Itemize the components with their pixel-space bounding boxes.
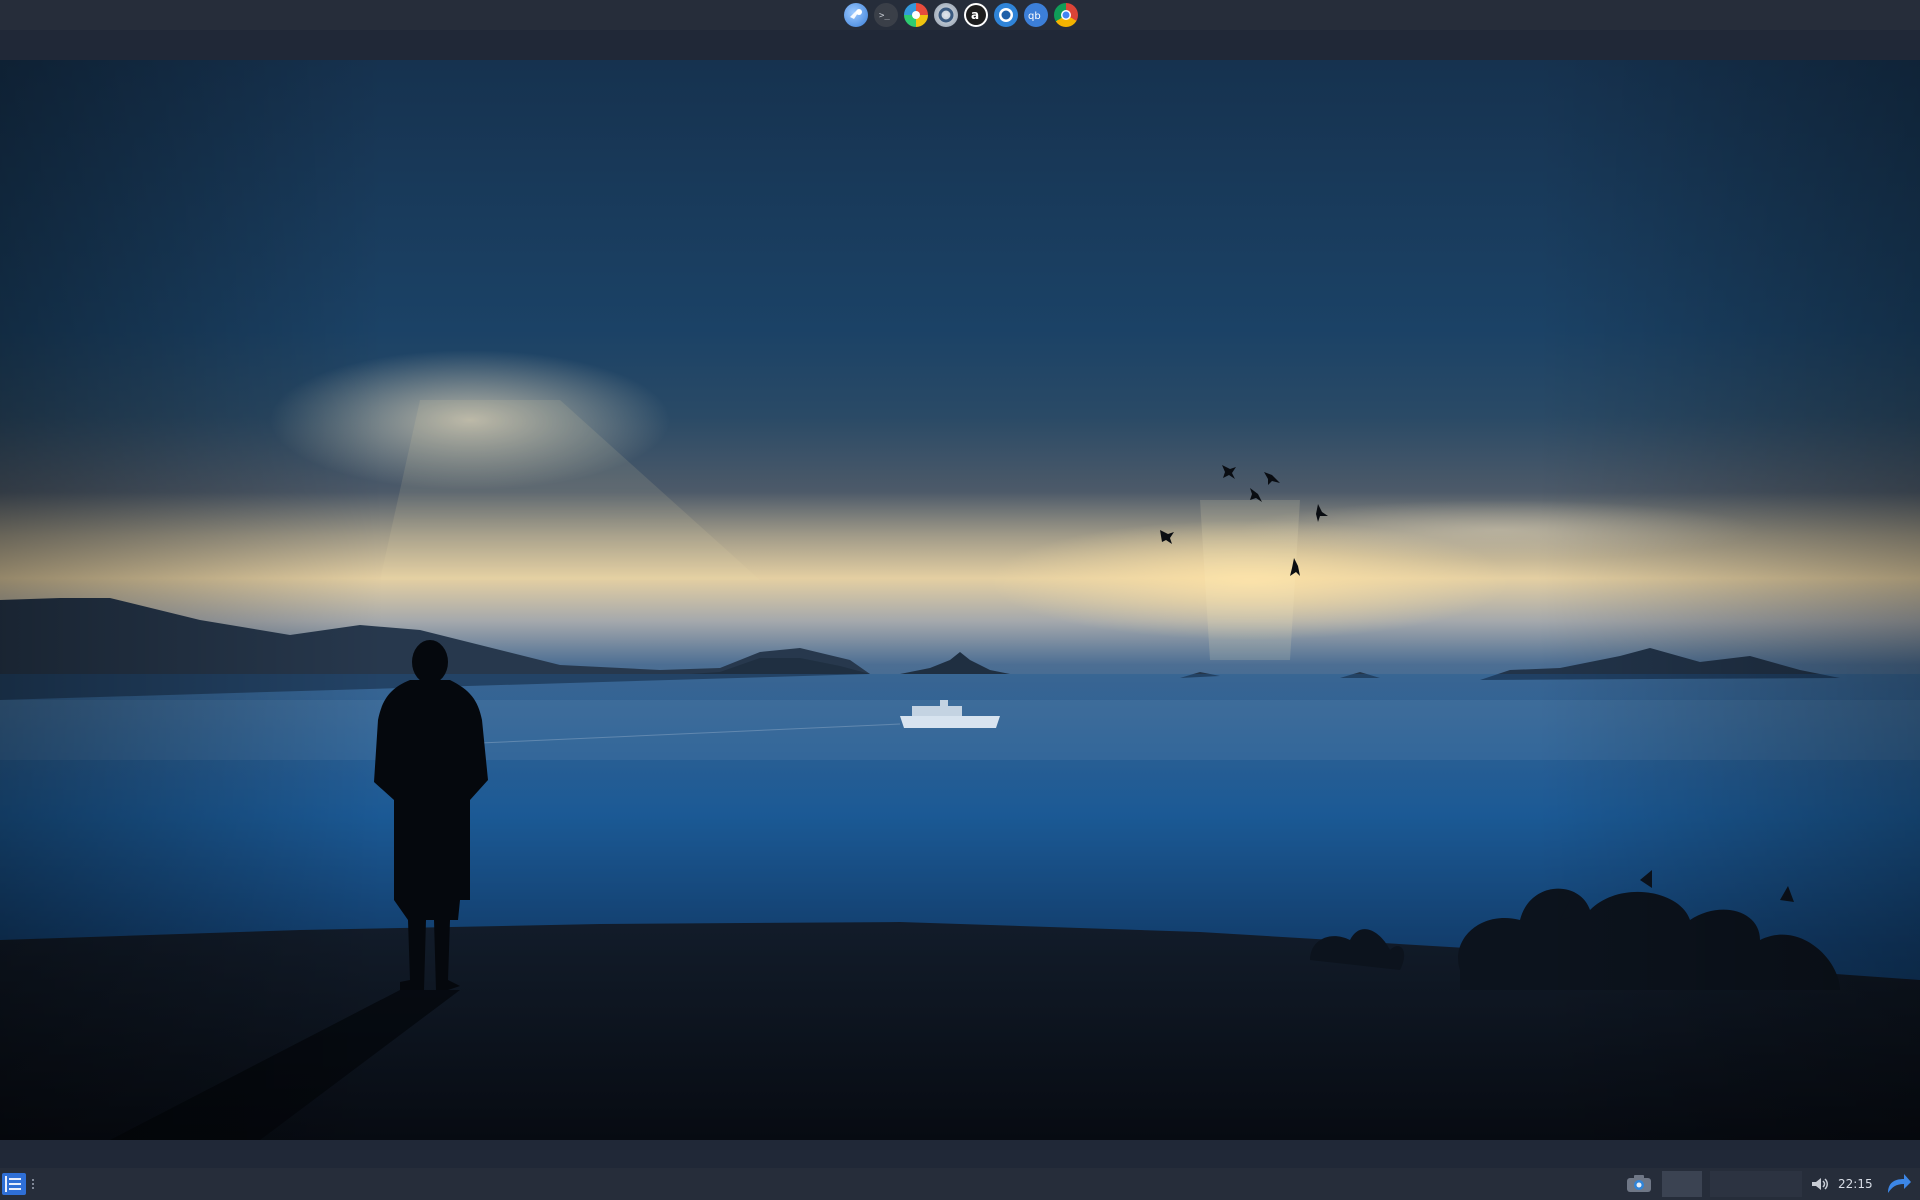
workspace-switcher-2[interactable] <box>1710 1171 1802 1197</box>
volume-icon[interactable] <box>1810 1176 1830 1192</box>
qbittorrent-app-icon[interactable]: qb <box>1024 3 1048 27</box>
svg-text:qb: qb <box>1028 11 1041 22</box>
svg-text:>_: >_ <box>879 11 890 21</box>
menu-icon[interactable] <box>2 1173 26 1195</box>
bottom-panel: 22:15 <box>0 1168 1920 1200</box>
updates-icon[interactable] <box>1884 1173 1912 1195</box>
terminal-app-icon[interactable]: >_ <box>874 3 898 27</box>
top-panel-spacer <box>0 30 1920 60</box>
software-center-app-icon[interactable] <box>934 3 958 27</box>
screen-recorder-app-icon[interactable] <box>994 3 1018 27</box>
workspace-switcher-1[interactable] <box>1662 1171 1702 1197</box>
top-dock: >_ a qb <box>0 0 1920 30</box>
bottom-panel-spacer <box>0 1140 1920 1168</box>
svg-text:a: a <box>971 8 979 22</box>
dock-launcher-bar: >_ a qb <box>844 3 1078 27</box>
desktop-wallpaper <box>0 60 1920 1140</box>
settings-app-icon[interactable] <box>844 3 868 27</box>
chrome-app-icon[interactable] <box>1054 3 1078 27</box>
amazon-app-icon[interactable]: a <box>964 3 988 27</box>
camera-icon[interactable] <box>1626 1175 1652 1193</box>
clock[interactable]: 22:15 <box>1838 1168 1873 1200</box>
color-picker-app-icon[interactable] <box>904 3 928 27</box>
panel-handle[interactable] <box>32 1179 34 1189</box>
